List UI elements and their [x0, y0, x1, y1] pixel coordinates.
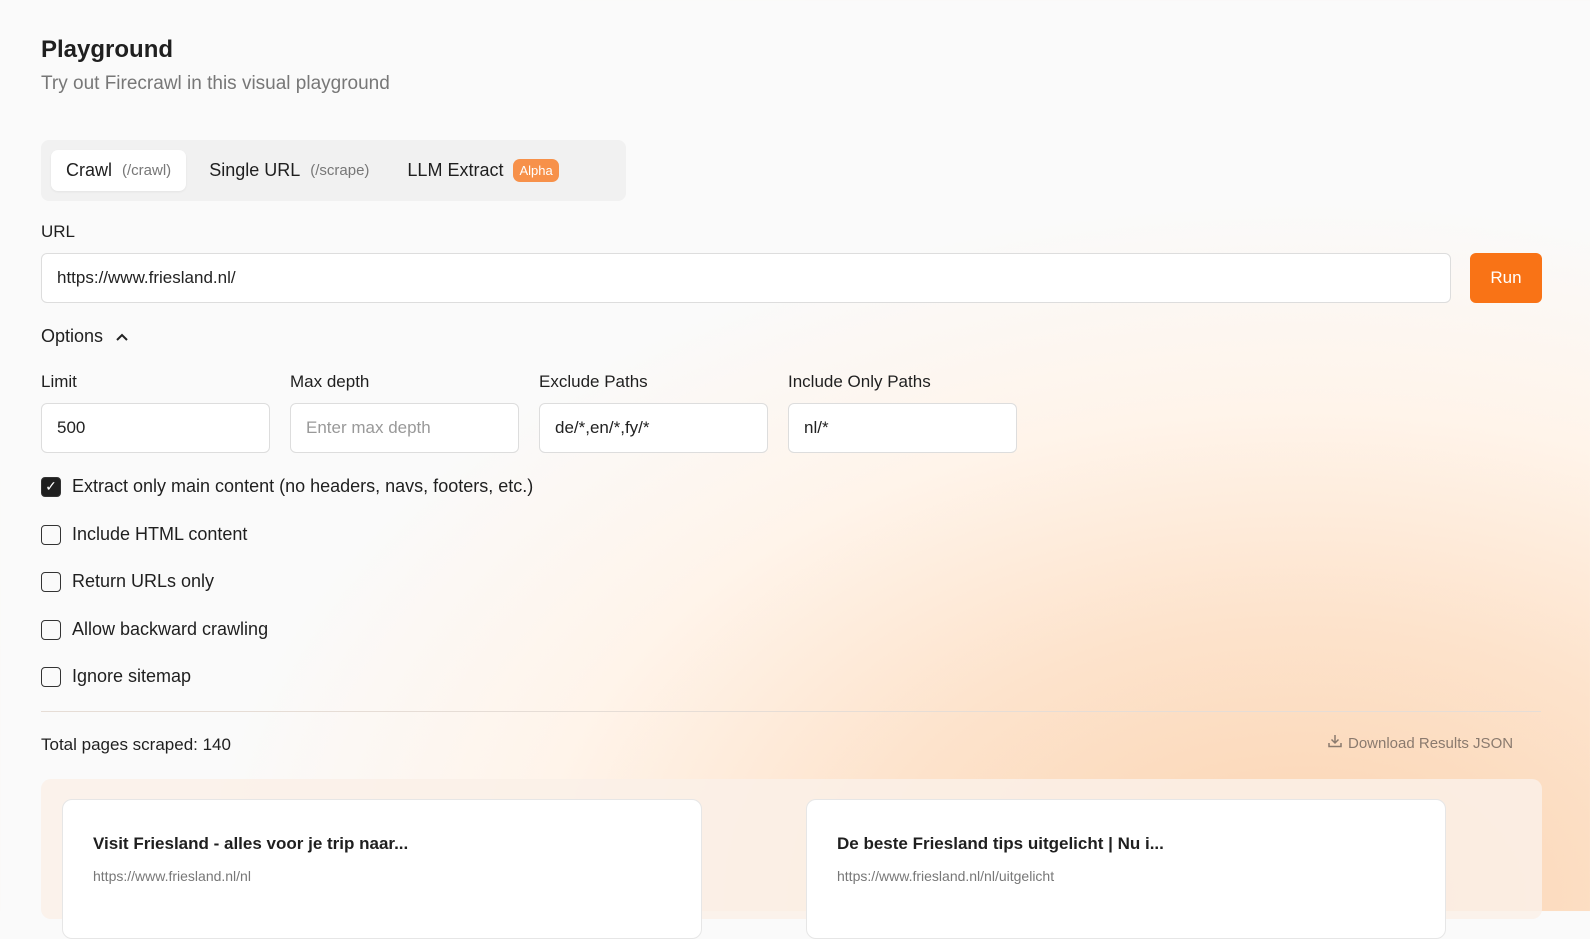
result-title: Visit Friesland - alles voor je trip naa…	[93, 834, 409, 853]
tab-label: LLM Extract	[407, 160, 504, 180]
checkbox-label: Extract only main content (no headers, n…	[72, 476, 534, 496]
checkbox-label: Include HTML content	[72, 524, 248, 544]
exclude-paths-input[interactable]	[539, 403, 768, 453]
result-url: https://www.friesland.nl/nl	[93, 868, 251, 884]
tab-crawl[interactable]: Crawl (/crawl)	[51, 150, 187, 191]
result-card[interactable]: Visit Friesland - alles voor je trip naa…	[62, 799, 702, 939]
download-label: Download Results JSON	[1348, 734, 1514, 752]
tab-single-url[interactable]: Single URL (/scrape)	[194, 150, 384, 191]
alpha-badge: Alpha	[513, 159, 559, 182]
checkbox-ignore-sitemap[interactable]: Ignore sitemap	[41, 666, 191, 687]
url-input[interactable]	[41, 253, 1451, 303]
result-url: https://www.friesland.nl/nl/uitgelicht	[837, 868, 1055, 884]
tab-label: Single URL	[209, 160, 301, 180]
checkbox-urls-only[interactable]: Return URLs only	[41, 571, 214, 592]
page-subtitle: Try out Firecrawl in this visual playgro…	[41, 73, 390, 94]
result-title: De beste Friesland tips uitgelicht | Nu …	[837, 834, 1164, 853]
download-results-button[interactable]: Download Results JSON	[1328, 734, 1513, 752]
results-panel: Visit Friesland - alles voor je trip naa…	[41, 779, 1542, 939]
exclude-paths-label: Exclude Paths	[539, 372, 648, 391]
mode-tabs: Crawl (/crawl) Single URL (/scrape) LLM Ex…	[41, 140, 626, 201]
divider	[41, 711, 1541, 712]
checkbox-label: Allow backward crawling	[72, 619, 269, 639]
checkbox-main-content[interactable]: ✓ Extract only main content (no headers, …	[41, 476, 533, 497]
limit-label: Limit	[41, 372, 77, 391]
options-toggle[interactable]: Options	[41, 326, 129, 347]
url-label: URL	[41, 222, 76, 241]
download-icon	[1328, 734, 1342, 752]
include-paths-label: Include Only Paths	[788, 372, 931, 391]
checkbox-label: Return URLs only	[72, 571, 215, 591]
chevron-up-icon	[115, 326, 129, 347]
options-label: Options	[41, 326, 104, 346]
total-pages: Total pages scraped: 140	[41, 735, 231, 754]
checkbox-label: Ignore sitemap	[72, 666, 192, 686]
checkbox-backward-crawling[interactable]: Allow backward crawling	[41, 619, 268, 640]
checkbox-icon[interactable]	[41, 666, 61, 687]
tab-label: Crawl	[66, 160, 113, 180]
checkbox-checked-icon[interactable]: ✓	[41, 476, 61, 497]
tab-llm-extract[interactable]: LLM Extract Alpha	[392, 149, 573, 192]
tab-hint: (/scrape)	[310, 162, 370, 179]
checkbox-icon[interactable]	[41, 619, 61, 640]
result-card[interactable]: De beste Friesland tips uitgelicht | Nu …	[806, 799, 1446, 939]
max-depth-input[interactable]	[290, 403, 519, 453]
checkbox-icon[interactable]	[41, 524, 61, 545]
page-title: Playground	[41, 36, 174, 63]
max-depth-label: Max depth	[290, 372, 370, 391]
checkbox-include-html[interactable]: Include HTML content	[41, 524, 247, 545]
include-paths-input[interactable]	[788, 403, 1017, 453]
checkbox-icon[interactable]	[41, 571, 61, 592]
limit-input[interactable]	[41, 403, 270, 453]
run-button[interactable]: Run	[1470, 253, 1542, 303]
tab-hint: (/crawl)	[122, 162, 172, 179]
